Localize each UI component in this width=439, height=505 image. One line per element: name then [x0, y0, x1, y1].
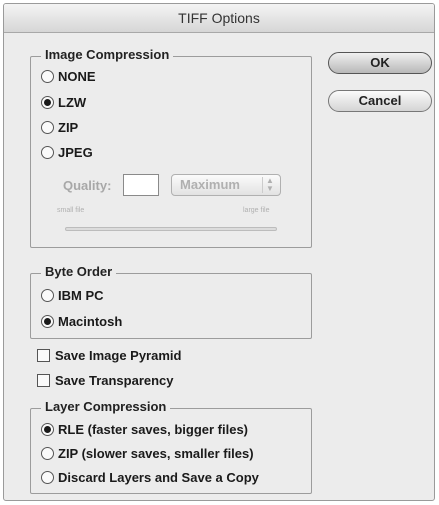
checkbox-box[interactable] [37, 374, 50, 387]
compression-option-label: ZIP [58, 120, 79, 135]
checkbox-label: Save Image Pyramid [55, 348, 182, 363]
layer-option-rle[interactable]: RLE (faster saves, bigger files) [41, 422, 248, 437]
byte-order-option-macintosh[interactable]: Macintosh [41, 314, 122, 329]
layer-option-label: ZIP (slower saves, smaller files) [58, 446, 254, 461]
save-transparency-checkbox[interactable]: Save Transparency [37, 373, 174, 388]
byte-order-option-label: Macintosh [58, 314, 123, 329]
radio-zip[interactable] [41, 121, 54, 134]
layer-option-zip[interactable]: ZIP (slower saves, smaller files) [41, 446, 254, 461]
compression-option-label: NONE [58, 69, 96, 84]
layer-option-label: Discard Layers and Save a Copy [58, 470, 259, 485]
image-compression-title: Image Compression [41, 47, 174, 62]
dialog-title: TIFF Options [4, 4, 434, 33]
quality-input[interactable] [123, 174, 159, 196]
compression-option-label: LZW [58, 95, 87, 110]
radio-jpeg[interactable] [41, 146, 54, 159]
byte-order-group: Byte Order IBM PC Macintosh [30, 264, 312, 339]
radio-ibm-pc[interactable] [41, 289, 54, 302]
compression-option-zip[interactable]: ZIP [41, 120, 78, 135]
byte-order-title: Byte Order [41, 264, 117, 279]
quality-select-value: Maximum [180, 177, 240, 192]
cancel-button[interactable]: Cancel [328, 90, 432, 112]
tiff-options-dialog: TIFF Options OK Cancel Image Compression… [3, 3, 435, 501]
byte-order-option-ibm-pc[interactable]: IBM PC [41, 288, 104, 303]
updown-arrows-icon: ▲ ▼ [262, 177, 277, 193]
radio-rle[interactable] [41, 423, 54, 436]
radio-lzw[interactable] [41, 96, 54, 109]
checkbox-box[interactable] [37, 349, 50, 362]
byte-order-option-label: IBM PC [58, 288, 104, 303]
small-file-label: small file [57, 207, 85, 214]
quality-slider[interactable] [65, 227, 277, 231]
ok-button[interactable]: OK [328, 52, 432, 74]
save-image-pyramid-checkbox[interactable]: Save Image Pyramid [37, 348, 181, 363]
quality-label: Quality: [63, 178, 112, 193]
quality-select[interactable]: Maximum ▲ ▼ [171, 174, 281, 196]
image-compression-group: Image Compression NONE LZW ZIP JPEG Qual… [30, 47, 312, 248]
compression-option-label: JPEG [58, 145, 93, 160]
layer-compression-title: Layer Compression [41, 399, 171, 414]
radio-none[interactable] [41, 70, 54, 83]
compression-option-jpeg[interactable]: JPEG [41, 145, 93, 160]
layer-option-label: RLE (faster saves, bigger files) [58, 422, 249, 437]
layer-compression-group: Layer Compression RLE (faster saves, big… [30, 399, 312, 494]
layer-option-discard[interactable]: Discard Layers and Save a Copy [41, 470, 259, 485]
checkbox-label: Save Transparency [55, 373, 174, 388]
radio-macintosh[interactable] [41, 315, 54, 328]
radio-discard[interactable] [41, 471, 54, 484]
compression-option-none[interactable]: NONE [41, 69, 96, 84]
radio-layer-zip[interactable] [41, 447, 54, 460]
large-file-label: large file [243, 207, 270, 214]
compression-option-lzw[interactable]: LZW [41, 95, 86, 110]
